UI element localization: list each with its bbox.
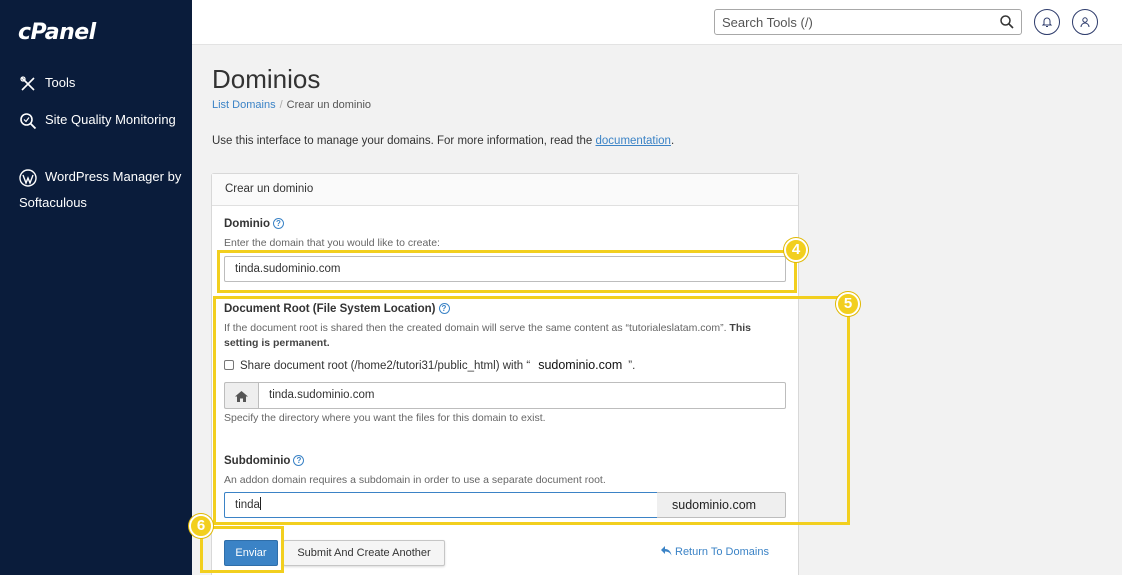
subdomain-label-text: Subdominio xyxy=(224,455,291,467)
search-box[interactable] xyxy=(714,9,1022,35)
wordpress-icon xyxy=(19,168,37,187)
share-docroot-domain: sudominio.com xyxy=(538,358,623,372)
docroot-input[interactable]: tinda.sudominio.com xyxy=(258,382,786,409)
domain-label: Dominio? xyxy=(224,218,284,230)
tools-icon xyxy=(19,75,37,93)
user-menu-button[interactable] xyxy=(1072,9,1098,35)
step-badge-5: 5 xyxy=(836,292,860,316)
docroot-help: Specify the directory where you want the… xyxy=(224,412,546,424)
breadcrumb-list-domains[interactable]: List Domains xyxy=(212,99,276,111)
return-arrow-icon xyxy=(661,546,672,556)
search-icon[interactable] xyxy=(999,14,1015,30)
top-bar xyxy=(192,0,1122,45)
help-icon[interactable]: ? xyxy=(438,303,450,314)
sidebar-item-site-quality[interactable]: Site Quality Monitoring xyxy=(19,107,184,133)
intro-text-end: . xyxy=(670,135,675,147)
step-badge-6: 6 xyxy=(189,514,213,538)
docroot-hint: If the document root is shared then the … xyxy=(224,321,784,351)
subdomain-label: Subdominio? xyxy=(224,455,305,467)
bell-icon xyxy=(1041,17,1053,27)
sidebar-item-label: Tools xyxy=(45,75,76,90)
sidebar-item-label: WordPress Manager by Softaculous xyxy=(19,169,182,210)
search-input[interactable] xyxy=(715,10,985,34)
submit-and-create-another-button[interactable]: Submit And Create Another xyxy=(283,540,445,566)
return-to-domains-link[interactable]: Return To Domains xyxy=(661,546,769,558)
domain-hint: Enter the domain that you would like to … xyxy=(224,237,440,249)
sidebar: cPanel Tools Site Quality Monitoring Wor… xyxy=(0,0,192,575)
help-icon[interactable]: ? xyxy=(273,218,284,229)
submit-button[interactable]: Enviar xyxy=(224,540,278,566)
docroot-label: Document Root (File System Location)? xyxy=(224,303,450,315)
docroot-hint-text: If the document root is shared then the … xyxy=(224,322,727,334)
notifications-button[interactable] xyxy=(1034,9,1060,35)
cpanel-logo[interactable]: cPanel xyxy=(18,20,96,45)
share-docroot-text-end: ”. xyxy=(628,360,636,372)
step-badge-4: 4 xyxy=(784,238,808,262)
sidebar-item-wordpress[interactable]: WordPress Manager by Softaculous xyxy=(19,164,184,216)
share-docroot-row[interactable]: Share document root (/home2/tutori31/pub… xyxy=(224,358,635,372)
page-title: Dominios xyxy=(212,64,321,94)
documentation-link[interactable]: documentation xyxy=(596,135,671,147)
docroot-label-text: Document Root (File System Location) xyxy=(224,303,436,315)
help-icon[interactable]: ? xyxy=(293,455,305,466)
panel-title: Crear un dominio xyxy=(212,174,798,206)
breadcrumb: List Domains / Crear un dominio xyxy=(212,99,371,111)
home-icon xyxy=(235,391,248,402)
return-to-domains-label: Return To Domains xyxy=(675,546,769,558)
sidebar-item-label: Site Quality Monitoring xyxy=(45,112,176,127)
subdomain-input-value: tinda xyxy=(235,499,260,511)
subdomain-hint: An addon domain requires a subdomain in … xyxy=(224,474,606,486)
sidebar-item-tools[interactable]: Tools xyxy=(19,70,184,96)
intro-text: Use this interface to manage your domain… xyxy=(212,135,674,147)
home-addon xyxy=(224,382,258,409)
domain-label-text: Dominio xyxy=(224,218,270,230)
intro-text-body: Use this interface to manage your domain… xyxy=(212,135,596,147)
share-docroot-text: Share document root (/home2/tutori31/pub… xyxy=(240,360,531,372)
breadcrumb-separator: / xyxy=(279,99,283,111)
text-cursor xyxy=(259,497,261,510)
subdomain-suffix: sudominio.com xyxy=(657,492,786,518)
breadcrumb-current: Crear un dominio xyxy=(286,99,372,111)
domain-input[interactable]: tinda.sudominio.com xyxy=(224,256,786,282)
search-quality-icon xyxy=(19,112,37,130)
user-icon xyxy=(1080,17,1090,28)
share-docroot-checkbox[interactable] xyxy=(224,360,234,370)
subdomain-input[interactable]: tinda xyxy=(224,492,658,518)
